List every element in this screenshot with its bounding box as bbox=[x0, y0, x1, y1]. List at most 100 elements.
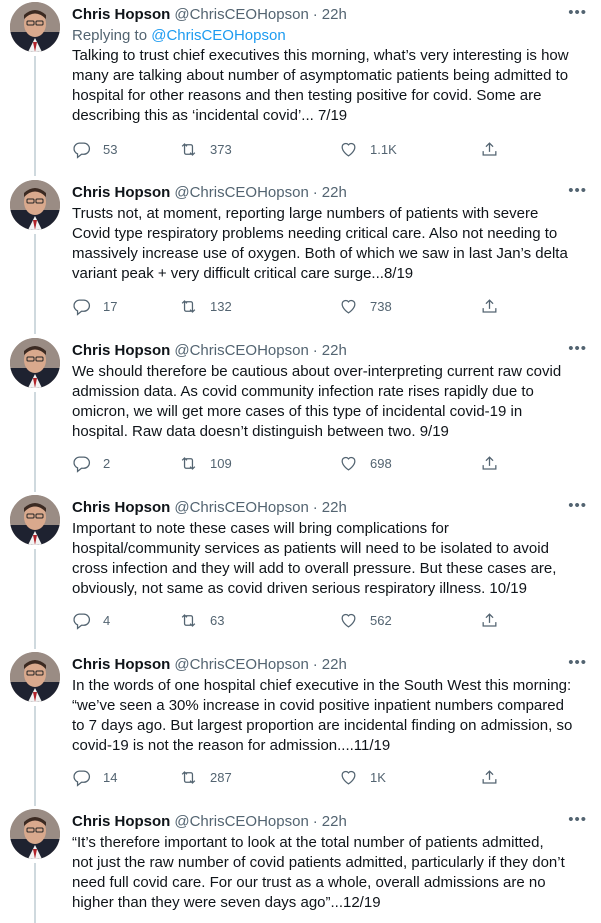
author-handle[interactable]: @ChrisCEOHopson bbox=[174, 184, 308, 201]
author-name[interactable]: Chris Hopson bbox=[72, 6, 170, 23]
tweet-text-line: Covid type respiratory problems needing … bbox=[72, 225, 558, 242]
replying-to: Replying to @ChrisCEOHopson bbox=[72, 26, 587, 46]
avatar[interactable] bbox=[10, 652, 60, 702]
tweet-header: Chris Hopson @ChrisCEOHopson · 22h ••• bbox=[72, 495, 587, 519]
tweet-text-line: Important to note these cases will bring… bbox=[72, 520, 449, 537]
avatar[interactable] bbox=[10, 495, 60, 545]
tweet-header: Chris Hopson @ChrisCEOHopson · 22h ••• bbox=[72, 338, 587, 362]
heart-icon bbox=[341, 770, 356, 785]
reply-icon bbox=[73, 142, 90, 159]
timestamp[interactable]: 22h bbox=[322, 656, 347, 673]
separator-dot: · bbox=[312, 498, 318, 516]
more-icon[interactable]: ••• bbox=[568, 340, 587, 357]
more-icon[interactable]: ••• bbox=[568, 4, 587, 21]
avatar[interactable] bbox=[10, 180, 60, 230]
share-icon bbox=[482, 141, 497, 156]
avatar-column bbox=[10, 180, 60, 334]
like-button[interactable]: 1K bbox=[339, 768, 386, 787]
thread-connector-line bbox=[34, 56, 36, 176]
tweet-text-line: “we’ve seen a 30% increase in covid posi… bbox=[72, 697, 564, 714]
share-button[interactable] bbox=[480, 454, 499, 473]
timestamp[interactable]: 22h bbox=[322, 499, 347, 516]
more-icon[interactable]: ••• bbox=[568, 182, 587, 199]
like-button[interactable]: 738 bbox=[339, 297, 392, 316]
replying-to-mention[interactable]: @ChrisCEOHopson bbox=[151, 27, 285, 44]
tweet-text: “It’s therefore important to look at the… bbox=[72, 833, 584, 913]
tweet[interactable]: Chris Hopson @ChrisCEOHopson · 22h ••• T… bbox=[0, 180, 601, 334]
retweet-button[interactable]: 373 bbox=[179, 140, 232, 159]
avatar[interactable] bbox=[10, 338, 60, 388]
author-name[interactable]: Chris Hopson bbox=[72, 342, 170, 359]
tweet-content: Chris Hopson @ChrisCEOHopson · 22h ••• W… bbox=[72, 338, 587, 442]
share-button[interactable] bbox=[480, 297, 499, 316]
heart-icon bbox=[341, 299, 356, 314]
retweet-button[interactable]: 63 bbox=[179, 611, 224, 630]
reply-button[interactable]: 2 bbox=[72, 454, 110, 473]
avatar-column bbox=[10, 2, 60, 176]
author-handle[interactable]: @ChrisCEOHopson bbox=[174, 656, 308, 673]
author-name[interactable]: Chris Hopson bbox=[72, 499, 170, 516]
author-name[interactable]: Chris Hopson bbox=[72, 184, 170, 201]
avatar[interactable] bbox=[10, 2, 60, 52]
more-icon[interactable]: ••• bbox=[568, 654, 587, 671]
retweet-count: 109 bbox=[210, 455, 232, 471]
tweet-text-line: cross infection and they will add to ove… bbox=[72, 560, 557, 577]
timestamp[interactable]: 22h bbox=[322, 813, 347, 830]
tweet-text-line: not just the raw number of covid patient… bbox=[72, 854, 565, 871]
separator-dot: · bbox=[312, 655, 318, 673]
avatar-column bbox=[10, 495, 60, 649]
retweet-button[interactable]: 132 bbox=[179, 297, 232, 316]
retweet-button[interactable]: 109 bbox=[179, 454, 232, 473]
reply-count: 17 bbox=[103, 298, 118, 314]
more-icon[interactable]: ••• bbox=[568, 497, 587, 514]
tweet-text-line: many are talking about number of asympto… bbox=[72, 67, 569, 84]
more-icon[interactable]: ••• bbox=[568, 811, 587, 828]
like-button[interactable]: 1.1K bbox=[339, 140, 397, 159]
reply-button[interactable]: 14 bbox=[72, 768, 117, 787]
share-button[interactable] bbox=[480, 768, 499, 787]
share-icon bbox=[482, 455, 497, 470]
avatar[interactable] bbox=[10, 809, 60, 859]
author-name[interactable]: Chris Hopson bbox=[72, 656, 170, 673]
tweet-text-line: hospital for other reasons and then test… bbox=[72, 87, 542, 104]
tweet-text: Important to note these cases will bring… bbox=[72, 519, 584, 599]
tweet[interactable]: Chris Hopson @ChrisCEOHopson · 22h ••• “… bbox=[0, 809, 601, 923]
tweet-text-line: We should therefore be cautious about ov… bbox=[72, 363, 562, 380]
like-count: 1K bbox=[370, 769, 386, 785]
reply-button[interactable]: 53 bbox=[72, 140, 117, 159]
tweet[interactable]: Chris Hopson @ChrisCEOHopson · 22h ••• I… bbox=[0, 495, 601, 649]
tweet-text-line: obviously, not same as covid driven seri… bbox=[72, 580, 527, 597]
like-button[interactable]: 562 bbox=[339, 611, 392, 630]
reply-count: 53 bbox=[103, 141, 118, 157]
avatar-column bbox=[10, 338, 60, 492]
tweet[interactable]: Chris Hopson @ChrisCEOHopson · 22h ••• W… bbox=[0, 338, 601, 492]
author-handle[interactable]: @ChrisCEOHopson bbox=[174, 6, 308, 23]
tweet[interactable]: Chris Hopson @ChrisCEOHopson · 22h ••• R… bbox=[0, 2, 601, 176]
author-handle[interactable]: @ChrisCEOHopson bbox=[174, 342, 308, 359]
tweet[interactable]: Chris Hopson @ChrisCEOHopson · 22h ••• I… bbox=[0, 652, 601, 806]
retweet-count: 287 bbox=[210, 769, 232, 785]
author-handle[interactable]: @ChrisCEOHopson bbox=[174, 499, 308, 516]
share-button[interactable] bbox=[480, 611, 499, 630]
reply-button[interactable]: 4 bbox=[72, 611, 110, 630]
thread-connector-line bbox=[34, 706, 36, 806]
timestamp[interactable]: 22h bbox=[322, 6, 347, 23]
tweet-content: Chris Hopson @ChrisCEOHopson · 22h ••• “… bbox=[72, 809, 587, 913]
tweet-text: In the words of one hospital chief execu… bbox=[72, 676, 584, 756]
retweet-button[interactable]: 287 bbox=[179, 768, 232, 787]
reply-icon bbox=[73, 770, 90, 787]
tweet-text-line: omicron, we will get more cases of this … bbox=[72, 403, 523, 420]
tweet-text-line: In the words of one hospital chief execu… bbox=[72, 677, 572, 694]
like-count: 698 bbox=[370, 455, 392, 471]
tweet-text: Talking to trust chief executives this m… bbox=[72, 46, 584, 126]
timestamp[interactable]: 22h bbox=[322, 184, 347, 201]
like-button[interactable]: 698 bbox=[339, 454, 392, 473]
retweet-count: 63 bbox=[210, 612, 225, 628]
reply-button[interactable]: 17 bbox=[72, 297, 117, 316]
author-handle[interactable]: @ChrisCEOHopson bbox=[174, 813, 308, 830]
share-button[interactable] bbox=[480, 140, 499, 159]
timestamp[interactable]: 22h bbox=[322, 342, 347, 359]
retweet-icon bbox=[181, 456, 196, 470]
author-name[interactable]: Chris Hopson bbox=[72, 813, 170, 830]
retweet-count: 373 bbox=[210, 141, 232, 157]
